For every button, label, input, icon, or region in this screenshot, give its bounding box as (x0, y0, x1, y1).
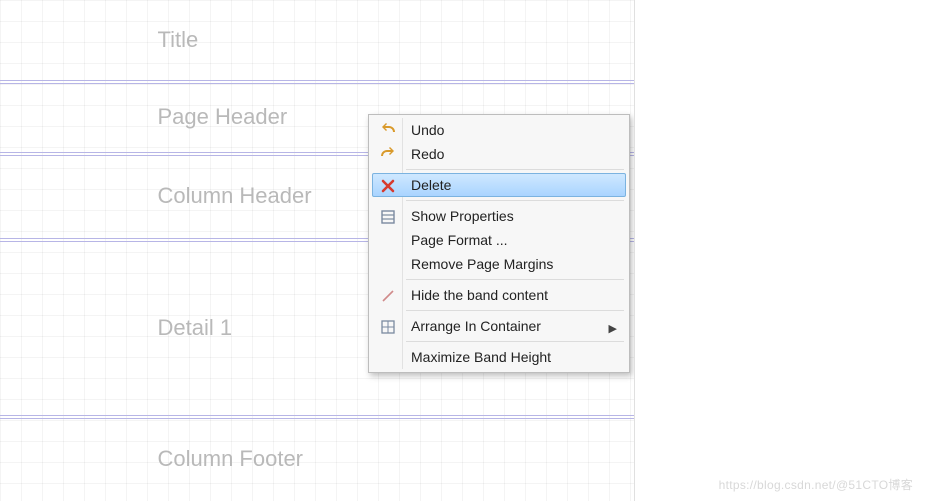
band-label-page-header: Page Header (158, 104, 288, 130)
band-label-column-header: Column Header (158, 183, 312, 209)
menu-label: Page Format ... (411, 232, 507, 248)
menu-item-show-properties[interactable]: Show Properties (372, 204, 626, 228)
band-label-column-footer: Column Footer (158, 446, 304, 472)
menu-label: Show Properties (411, 208, 514, 224)
menu-separator (406, 310, 624, 311)
menu-label: Undo (411, 122, 444, 138)
context-menu: Undo Redo Delete Show Proper (368, 114, 630, 373)
menu-item-hide-band-content[interactable]: Hide the band content (372, 283, 626, 307)
menu-item-page-format[interactable]: Page Format ... (372, 228, 626, 252)
design-grid[interactable]: Title Page Header Column Header Detail 1… (0, 0, 635, 501)
menu-separator (406, 341, 624, 342)
menu-item-remove-page-margins[interactable]: Remove Page Margins (372, 252, 626, 276)
menu-label: Remove Page Margins (411, 256, 553, 272)
undo-icon (379, 122, 397, 140)
properties-icon (379, 208, 397, 226)
report-designer-canvas[interactable]: Title Page Header Column Header Detail 1… (0, 0, 635, 501)
side-panel: https://blog.csdn.net/@51CTO博客 (635, 0, 925, 501)
band-column-footer[interactable]: Column Footer (0, 417, 635, 501)
menu-label: Delete (411, 177, 451, 193)
menu-label: Hide the band content (411, 287, 548, 303)
menu-item-delete[interactable]: Delete (372, 173, 626, 197)
menu-item-undo[interactable]: Undo (372, 118, 626, 142)
delete-icon (379, 177, 397, 195)
menu-separator (406, 279, 624, 280)
menu-label: Maximize Band Height (411, 349, 551, 365)
band-separator[interactable] (0, 80, 635, 81)
band-label-detail: Detail 1 (158, 315, 233, 341)
band-label-title: Title (158, 27, 199, 53)
hide-icon (379, 287, 397, 305)
menu-item-redo[interactable]: Redo (372, 142, 626, 166)
menu-label: Redo (411, 146, 444, 162)
menu-label: Arrange In Container (411, 318, 541, 334)
menu-item-maximize-band-height[interactable]: Maximize Band Height (372, 345, 626, 369)
submenu-arrow-icon: ▶ (609, 322, 617, 335)
watermark-text: https://blog.csdn.net/@51CTO博客 (719, 476, 913, 493)
menu-separator (406, 169, 624, 170)
band-title[interactable]: Title (0, 0, 635, 80)
band-separator[interactable] (0, 415, 635, 416)
redo-icon (379, 146, 397, 164)
menu-separator (406, 200, 624, 201)
menu-item-arrange-in-container[interactable]: Arrange In Container ▶ (372, 314, 626, 338)
grid-icon (379, 318, 397, 336)
